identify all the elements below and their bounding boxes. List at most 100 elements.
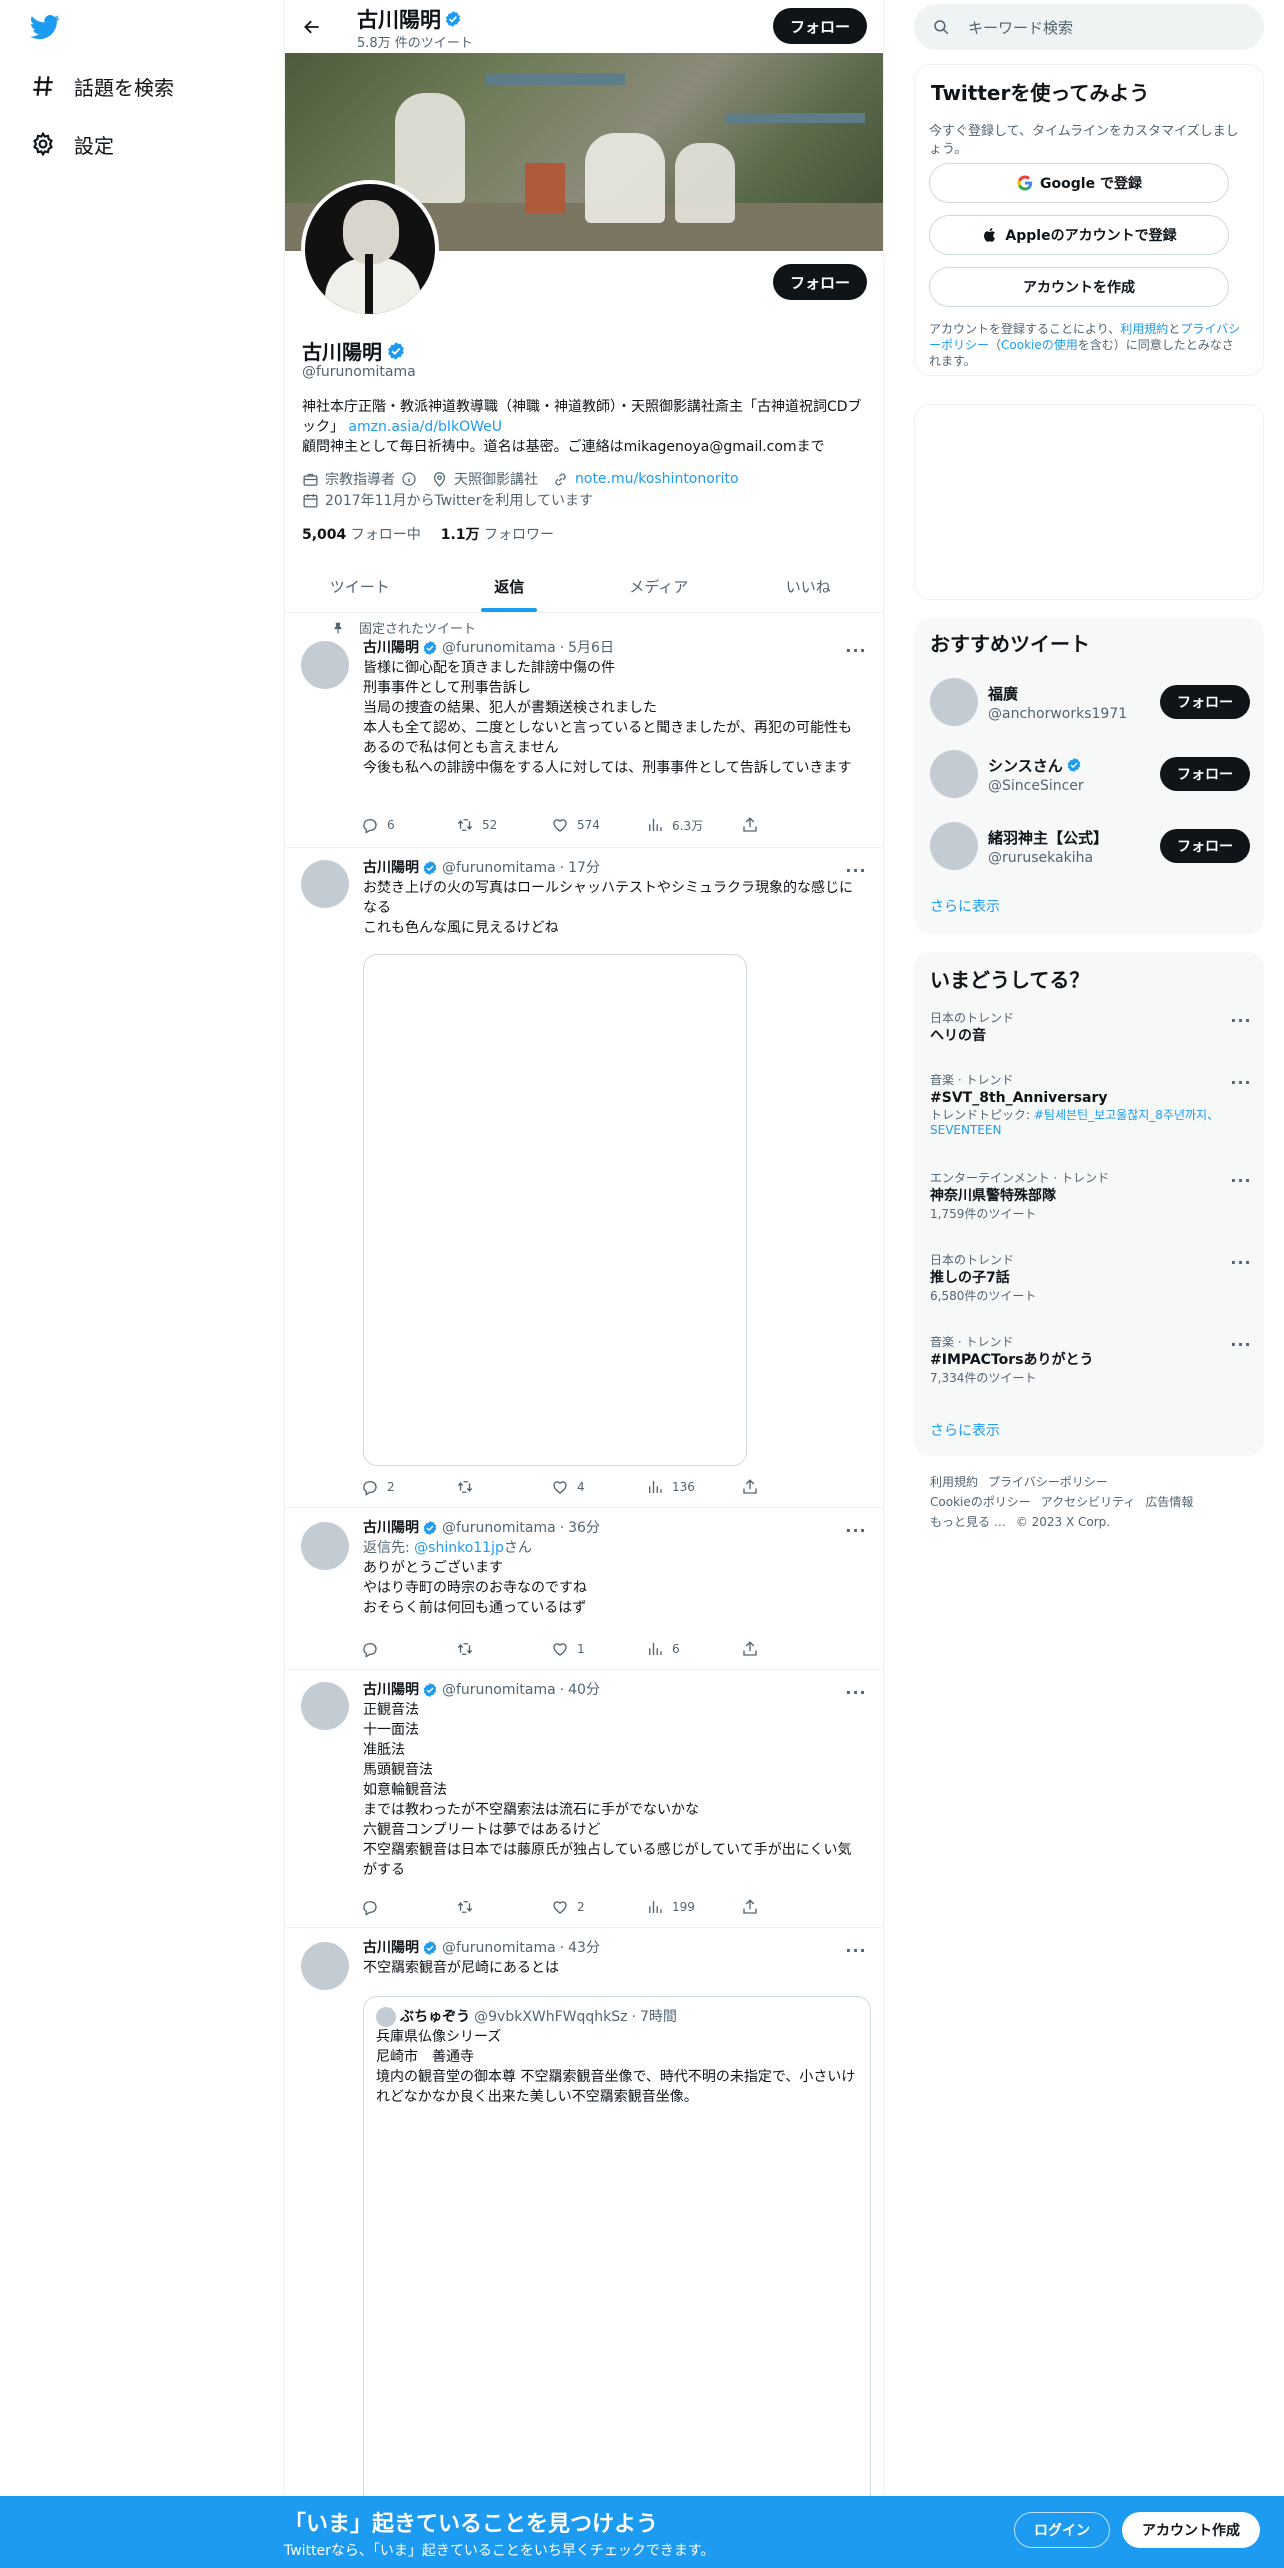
reply-button[interactable]: 6: [361, 816, 421, 834]
recommended-account[interactable]: 福廣 @anchorworks1971 フォロー: [930, 674, 1250, 730]
info-icon[interactable]: [401, 471, 417, 487]
footer-more-link[interactable]: もっと見る …: [930, 1515, 1006, 1529]
retweet-button[interactable]: [456, 1640, 516, 1658]
footer-link[interactable]: Cookieのポリシー: [930, 1495, 1031, 1509]
retweet-button[interactable]: 52: [456, 816, 516, 834]
follow-button[interactable]: フォロー: [1160, 685, 1250, 719]
profile-avatar[interactable]: [301, 180, 439, 318]
more-options-icon[interactable]: ···: [1228, 1072, 1254, 1092]
reply-button[interactable]: 2: [361, 1478, 421, 1496]
trend-item[interactable]: 日本のトレンド 推しの子7話 6,580件のツイート ···: [930, 1252, 1251, 1304]
back-arrow-icon[interactable]: [295, 10, 329, 44]
like-button[interactable]: 1: [551, 1640, 611, 1658]
reply-to-handle-link[interactable]: @shinko11jp: [414, 1540, 504, 1556]
follow-button[interactable]: フォロー: [1160, 829, 1250, 863]
more-options-icon[interactable]: ···: [1228, 1252, 1254, 1272]
following-link[interactable]: 5,004 フォロー中: [302, 524, 421, 544]
tweet-author-handle[interactable]: @furunomitama: [442, 1518, 556, 1538]
trend-item[interactable]: 音楽 · トレンド #SVT_8th_Anniversary トレンドトピック:…: [930, 1072, 1251, 1138]
views-button[interactable]: 136: [646, 1478, 706, 1496]
login-button[interactable]: ログイン: [1014, 2512, 1110, 2548]
nav-explore[interactable]: 話題を検索: [28, 66, 174, 106]
profile-website-link[interactable]: note.mu/koshintonorito: [575, 471, 739, 487]
share-button[interactable]: [741, 1898, 801, 1916]
tweet-avatar[interactable]: [301, 641, 349, 689]
account-avatar[interactable]: [930, 750, 978, 798]
tweet-avatar[interactable]: [301, 1682, 349, 1730]
views-button[interactable]: 6.3万: [646, 816, 706, 834]
follow-button[interactable]: フォロー: [1160, 757, 1250, 791]
recommended-account[interactable]: 緒羽神主【公式】 @rurusekakiha フォロー: [930, 818, 1250, 874]
tweet-author-name[interactable]: 古川陽明: [363, 858, 419, 878]
share-button[interactable]: [741, 816, 801, 834]
show-more-link[interactable]: さらに表示: [930, 896, 1000, 916]
tweet-avatar[interactable]: [301, 860, 349, 908]
nav-settings[interactable]: 設定: [28, 124, 114, 164]
tweet-time[interactable]: 36分: [568, 1518, 600, 1538]
apple-signup-button[interactable]: Appleのアカウントで登録: [929, 215, 1229, 255]
profile-follow-button[interactable]: フォロー: [773, 264, 867, 300]
search-box[interactable]: キーワード検索: [914, 4, 1264, 50]
tweet-item[interactable]: ··· 古川陽明 @furunomitama · 17分 お焚き上げの火の写真は…: [285, 848, 883, 1508]
account-avatar[interactable]: [930, 822, 978, 870]
tweet-time[interactable]: 5月6日: [568, 638, 614, 658]
tweet-item[interactable]: ··· 古川陽明 @furunomitama · 40分 正観音法 十一面法 准…: [285, 1670, 883, 1928]
trend-item[interactable]: 日本のトレンド ヘリの音 ···: [930, 1010, 1251, 1046]
like-button[interactable]: 2: [551, 1898, 611, 1916]
retweet-button[interactable]: [456, 1478, 516, 1496]
tweet-avatar[interactable]: [301, 1942, 349, 1990]
more-options-icon[interactable]: ···: [1228, 1170, 1254, 1190]
tweet-time[interactable]: 43分: [568, 1938, 600, 1958]
signup-button[interactable]: アカウント作成: [1122, 2512, 1260, 2548]
tweet-author-name[interactable]: 古川陽明: [363, 1938, 419, 1958]
search-input[interactable]: キーワード検索: [968, 17, 1073, 38]
views-button[interactable]: 199: [646, 1898, 706, 1916]
tweet-item[interactable]: ··· 古川陽明 @furunomitama · 36分 返信先: @shink…: [285, 1508, 883, 1670]
cookie-link[interactable]: Cookieの使用: [1001, 338, 1078, 352]
tweet-item[interactable]: ··· 古川陽明 @furunomitama · 43分 不空羂索観音が尼崎にあ…: [285, 1928, 883, 2516]
reply-button[interactable]: [361, 1898, 421, 1916]
footer-link[interactable]: 利用規約: [930, 1475, 978, 1489]
retweet-button[interactable]: [456, 1898, 516, 1916]
account-avatar[interactable]: [930, 678, 978, 726]
show-more-link[interactable]: さらに表示: [930, 1420, 1000, 1440]
footer-link[interactable]: アクセシビリティ: [1041, 1495, 1136, 1509]
tweet-author-handle[interactable]: @furunomitama: [442, 638, 556, 658]
tweet-author-handle[interactable]: @furunomitama: [442, 1680, 556, 1700]
tweet-avatar[interactable]: [301, 1522, 349, 1570]
footer-link[interactable]: 広告情報: [1145, 1495, 1193, 1509]
google-signup-button[interactable]: Google で登録: [929, 163, 1229, 203]
trend-item[interactable]: エンターテインメント · トレンド 神奈川県警特殊部隊 1,759件のツイート …: [930, 1170, 1251, 1222]
tweet-author-handle[interactable]: @furunomitama: [442, 1938, 556, 1958]
footer-link[interactable]: プライバシーポリシー: [988, 1475, 1108, 1489]
tweet-time[interactable]: 17分: [568, 858, 600, 878]
tweet-author-name[interactable]: 古川陽明: [363, 1680, 419, 1700]
views-button[interactable]: 6: [646, 1640, 706, 1658]
trend-item[interactable]: 音楽 · トレンド #IMPACTorsありがとう 7,334件のツイート ··…: [930, 1334, 1251, 1386]
tab-likes[interactable]: いいね: [734, 560, 884, 612]
quoted-tweet[interactable]: ぶちゅぞう @9vbkXWhFWqqhkSz · 7時間 兵庫県仏像シリーズ 尼…: [363, 1996, 871, 2516]
more-options-icon[interactable]: ···: [1228, 1010, 1254, 1030]
twitter-logo-icon[interactable]: [28, 12, 64, 44]
create-account-button[interactable]: アカウントを作成: [929, 267, 1229, 307]
tab-replies[interactable]: 返信: [435, 560, 585, 612]
recommended-account[interactable]: シンスさん @SinceSincer フォロー: [930, 746, 1250, 802]
reply-button[interactable]: [361, 1640, 421, 1658]
tweet-author-name[interactable]: 古川陽明: [363, 638, 419, 658]
tweet-item[interactable]: 固定されたツイート ··· 古川陽明 @furunomitama · 5月6日 …: [285, 614, 883, 848]
bio-link[interactable]: amzn.asia/d/bIkOWeU: [348, 419, 502, 435]
like-button[interactable]: 574: [551, 816, 611, 834]
tab-media[interactable]: メディア: [584, 560, 734, 612]
tweet-media-image[interactable]: [363, 954, 747, 1466]
followers-link[interactable]: 1.1万 フォロワー: [441, 524, 554, 544]
tab-tweets[interactable]: ツイート: [285, 560, 435, 612]
more-options-icon[interactable]: ···: [1228, 1334, 1254, 1354]
like-button[interactable]: 4: [551, 1478, 611, 1496]
terms-link[interactable]: 利用規約: [1120, 322, 1168, 336]
share-button[interactable]: [741, 1478, 801, 1496]
header-follow-button[interactable]: フォロー: [773, 8, 867, 44]
share-button[interactable]: [741, 1640, 801, 1658]
tweet-author-name[interactable]: 古川陽明: [363, 1518, 419, 1538]
tweet-author-handle[interactable]: @furunomitama: [442, 858, 556, 878]
tweet-time[interactable]: 40分: [568, 1680, 600, 1700]
